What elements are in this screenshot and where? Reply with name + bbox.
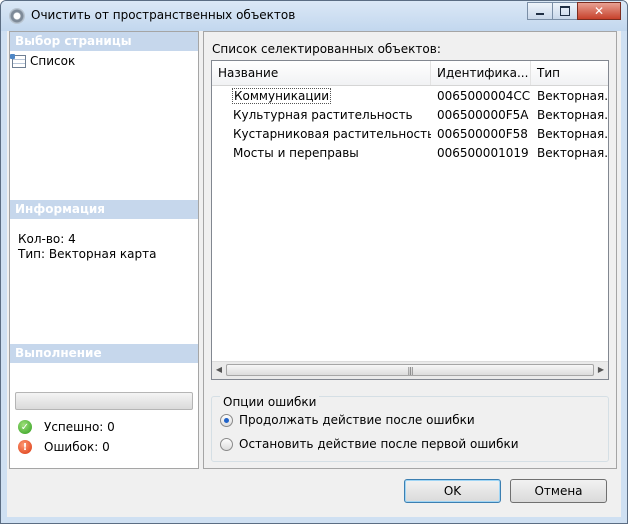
scroll-right-icon[interactable]: ▶ [595,364,607,376]
table-row[interactable]: Мосты и переправы 006500001019 Векторная… [212,144,608,163]
row-type: Векторная... [537,146,608,160]
window-controls: ✕ [527,2,621,20]
list-caption: Список селектированных объектов: [212,42,441,56]
error-options-group: Опции ошибки Продолжать действие после о… [211,395,609,462]
row-name: Коммуникации [212,87,431,106]
page-item-label: Список [30,54,76,68]
radio-continue[interactable] [220,413,233,427]
objects-list-view[interactable]: Название Идентифика... Тип Коммуникации … [211,60,609,380]
column-header-type[interactable]: Тип [531,61,608,85]
row-type: Векторная... [537,108,608,122]
horizontal-scrollbar[interactable]: ◀ ||| ▶ [212,361,608,379]
table-row[interactable]: Коммуникации 0065000004CC Векторная... [212,87,608,106]
gear-icon [9,8,25,24]
error-icon: ! [18,440,32,454]
info-type: Тип: Векторная карта [18,247,157,261]
minimize-button[interactable] [527,2,553,20]
page-select-header: Выбор страницы [10,32,198,51]
success-row: ✓ Успешно: 0 [18,420,115,434]
option-stop-label: Остановить действие после первой ошибки [239,437,519,451]
row-id: 006500000F5A [437,108,529,122]
row-name: Кустарниковая растительность [233,127,431,141]
right-panel: Список селектированных объектов: Названи… [203,31,617,469]
window-title: Очистить от пространственных объектов [31,8,296,22]
dialog-body: Выбор страницы Список Информация Кол-во:… [7,31,621,517]
success-check-icon: ✓ [18,420,32,434]
title-bar[interactable]: Очистить от пространственных объектов ✕ [1,1,627,31]
scroll-left-icon[interactable]: ◀ [213,364,225,376]
list-page-icon [10,53,26,68]
row-name: Культурная растительность [233,108,413,122]
column-header-name[interactable]: Название [212,61,431,85]
info-count: Кол-во: 4 [18,232,76,246]
row-name-text: Коммуникации [232,88,332,104]
close-button[interactable]: ✕ [577,2,621,20]
row-type: Векторная... [537,127,608,141]
option-continue[interactable]: Продолжать действие после ошибки [220,413,475,427]
maximize-button[interactable] [552,2,578,20]
radio-stop[interactable] [220,437,233,451]
table-row[interactable]: Кустарниковая растительность 006500000F5… [212,125,608,144]
error-count: Ошибок: 0 [44,440,110,454]
cancel-button[interactable]: Отмена [510,479,607,503]
row-id: 0065000004CC [437,89,531,103]
error-options-title: Опции ошибки [220,395,320,409]
page-item-list[interactable]: Список [10,53,76,68]
row-id: 006500001019 [437,146,529,160]
close-icon: ✕ [593,4,605,18]
progress-header: Выполнение [10,344,198,363]
minimize-icon [536,13,544,15]
row-id: 006500000F58 [437,127,528,141]
option-continue-label: Продолжать действие после ошибки [239,413,475,427]
row-type: Векторная... [537,89,608,103]
dialog-window: Очистить от пространственных объектов ✕ … [0,0,628,524]
error-row: ! Ошибок: 0 [18,440,110,454]
info-header: Информация [10,200,198,219]
maximize-icon [560,6,570,16]
scroll-thumb[interactable]: ||| [226,364,594,376]
table-row[interactable]: Культурная растительность 006500000F5A В… [212,106,608,125]
ok-button[interactable]: OK [404,479,501,503]
success-count: Успешно: 0 [44,420,115,434]
column-header-id[interactable]: Идентифика... [431,61,531,85]
grip-icon: ||| [407,365,413,375]
left-panel: Выбор страницы Список Информация Кол-во:… [9,31,199,469]
progress-bar [15,392,193,410]
row-name: Мосты и переправы [233,146,359,160]
option-stop[interactable]: Остановить действие после первой ошибки [220,437,519,451]
list-header: Название Идентифика... Тип [212,61,608,86]
